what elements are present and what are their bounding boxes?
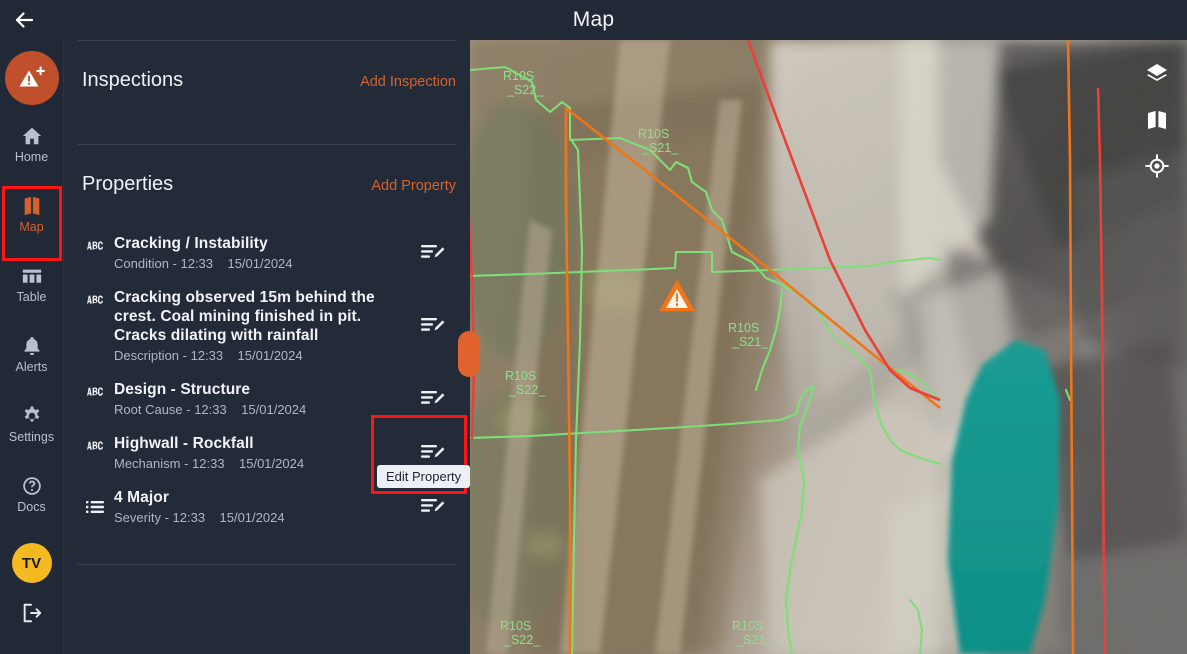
property-row[interactable]: Cracking observed 15m behind the crest. … bbox=[64, 280, 470, 372]
svg-text:_S22_: _S22_ bbox=[506, 83, 544, 97]
property-body: 4 Major Severity - 12:33 15/01/2024 bbox=[114, 488, 410, 526]
sidebar-item-docs[interactable]: Docs bbox=[0, 463, 64, 525]
property-meta: Condition - 12:33 15/01/2024 bbox=[114, 256, 293, 271]
abc-icon bbox=[87, 387, 103, 396]
map-page: R10S _S21_ R10S _S21_ R10S _S22_ R10S _S22_ R10S… bbox=[0, 0, 1187, 654]
left-sidebar: Home Map Table Alerts Settings Docs TV bbox=[0, 40, 64, 654]
property-body: Cracking observed 15m behind the crest. … bbox=[114, 288, 410, 364]
property-type-icon bbox=[86, 234, 114, 252]
inspections-section-header: Inspections Add Inspection bbox=[64, 41, 470, 92]
svg-text:R10S: R10S bbox=[732, 619, 763, 633]
edit-property-tooltip: Edit Property bbox=[377, 465, 471, 488]
property-type-icon bbox=[86, 500, 114, 514]
arrow-left-icon bbox=[15, 12, 34, 28]
edit-property-button[interactable] bbox=[410, 442, 456, 464]
sidebar-item-home[interactable]: Home bbox=[0, 113, 64, 175]
inspections-empty-body bbox=[64, 92, 470, 144]
properties-spacer bbox=[64, 196, 470, 226]
avatar[interactable]: TV bbox=[11, 543, 52, 583]
sidebar-item-alerts[interactable]: Alerts bbox=[0, 323, 64, 385]
svg-text:R10S: R10S bbox=[728, 321, 759, 335]
back-button[interactable] bbox=[0, 0, 48, 40]
svg-text:R10S: R10S bbox=[503, 69, 534, 83]
inspections-title: Inspections bbox=[82, 69, 184, 91]
abc-icon bbox=[87, 241, 103, 250]
sidebar-item-label: Map bbox=[19, 219, 44, 234]
property-meta: Severity - 12:33 15/01/2024 bbox=[114, 510, 285, 525]
svg-text:R10S: R10S bbox=[638, 127, 669, 141]
map-controls bbox=[1139, 60, 1175, 180]
property-body: Cracking / Instability Condition - 12:33 … bbox=[114, 234, 410, 272]
top-bar: Map bbox=[0, 0, 1187, 40]
svg-text:_S22_: _S22_ bbox=[508, 383, 546, 397]
property-row[interactable]: Cracking / Instability Condition - 12:33 … bbox=[64, 226, 470, 280]
sidebar-item-label: Docs bbox=[17, 499, 46, 514]
sidebar-item-label: Settings bbox=[8, 429, 55, 444]
svg-text:_S21_: _S21_ bbox=[735, 633, 773, 647]
list-icon bbox=[86, 501, 104, 513]
property-meta: Root Cause - 12:33 15/01/2024 bbox=[114, 402, 307, 417]
sidebar-item-settings[interactable]: Settings bbox=[0, 393, 64, 455]
sidebar-item-label: Home bbox=[14, 149, 49, 164]
sidebar-item-label: Alerts bbox=[15, 359, 48, 374]
property-meta: Mechanism - 12:33 15/01/2024 bbox=[114, 456, 305, 471]
map-imagery: R10S_S21_R10S_S21_R10S_S22_R10S_S22_R10S… bbox=[470, 40, 1187, 654]
layers-icon[interactable] bbox=[1143, 60, 1171, 88]
property-meta: Description - 12:33 15/01/2024 bbox=[114, 348, 303, 363]
warning-triangle-plus-icon bbox=[19, 66, 45, 87]
home-icon bbox=[22, 127, 41, 144]
abc-icon bbox=[87, 295, 103, 304]
table-icon bbox=[22, 269, 41, 283]
sidebar-nav-list: Home Map Table Alerts Settings Docs bbox=[0, 105, 64, 525]
add-inspection-button[interactable]: Add Inspection bbox=[360, 74, 456, 90]
property-row[interactable]: 4 Major Severity - 12:33 15/01/2024 bbox=[64, 480, 470, 534]
properties-title: Properties bbox=[82, 173, 174, 195]
sidebar-item-map[interactable]: Map bbox=[0, 183, 64, 245]
property-row[interactable]: Design - Structure Root Cause - 12:33 15/… bbox=[64, 372, 470, 426]
detail-panel: Inspections Add Inspection Properties Ad… bbox=[64, 40, 470, 654]
help-icon bbox=[22, 476, 41, 495]
svg-text:R10S: R10S bbox=[505, 369, 536, 383]
basemap-icon[interactable] bbox=[1143, 106, 1171, 134]
sidebar-item-label: Table bbox=[16, 289, 47, 304]
property-value: Highwall - Rockfall bbox=[114, 435, 254, 452]
edit-property-button[interactable] bbox=[410, 242, 456, 264]
edit-list-pencil-icon bbox=[421, 391, 445, 404]
property-value: Cracking observed 15m behind the crest. … bbox=[114, 289, 375, 344]
edit-list-pencil-icon bbox=[421, 318, 445, 331]
svg-text:_S21_: _S21_ bbox=[641, 141, 679, 155]
property-type-icon bbox=[86, 434, 114, 452]
edit-property-button[interactable] bbox=[410, 496, 456, 518]
map-icon bbox=[24, 196, 39, 215]
edit-list-pencil-icon bbox=[421, 445, 445, 458]
property-body: Highwall - Rockfall Mechanism - 12:33 15/… bbox=[114, 434, 410, 472]
edit-property-button[interactable] bbox=[410, 315, 456, 337]
properties-section-header: Properties Add Property bbox=[64, 145, 470, 196]
add-hazard-button[interactable] bbox=[4, 51, 59, 105]
svg-text:R10S: R10S bbox=[500, 619, 531, 633]
locate-icon[interactable] bbox=[1143, 152, 1171, 180]
divider-bottom bbox=[78, 564, 456, 565]
edit-list-pencil-icon bbox=[421, 245, 445, 258]
panel-resize-handle[interactable] bbox=[458, 331, 480, 377]
page-title: Map bbox=[572, 8, 615, 31]
gear-icon bbox=[24, 406, 39, 422]
map-canvas[interactable]: R10S _S21_ R10S _S21_ R10S _S22_ R10S _S22_ R10S… bbox=[470, 40, 1187, 654]
edit-list-pencil-icon bbox=[421, 499, 445, 512]
property-type-icon bbox=[86, 380, 114, 398]
property-value: Cracking / Instability bbox=[114, 235, 268, 252]
property-value: Design - Structure bbox=[114, 381, 251, 398]
svg-text:_S22_: _S22_ bbox=[503, 633, 541, 647]
property-type-icon bbox=[86, 288, 114, 306]
abc-icon bbox=[87, 441, 103, 450]
property-value: 4 Major bbox=[114, 489, 169, 506]
bell-icon bbox=[23, 336, 40, 355]
detail-panel-scroll[interactable]: Inspections Add Inspection Properties Ad… bbox=[64, 40, 470, 654]
svg-text:_S21_: _S21_ bbox=[731, 335, 769, 349]
property-body: Design - Structure Root Cause - 12:33 15/… bbox=[114, 380, 410, 418]
sidebar-item-table[interactable]: Table bbox=[0, 253, 64, 315]
edit-property-button[interactable] bbox=[410, 388, 456, 410]
logout-icon[interactable] bbox=[15, 599, 49, 627]
add-property-button[interactable]: Add Property bbox=[371, 178, 456, 194]
